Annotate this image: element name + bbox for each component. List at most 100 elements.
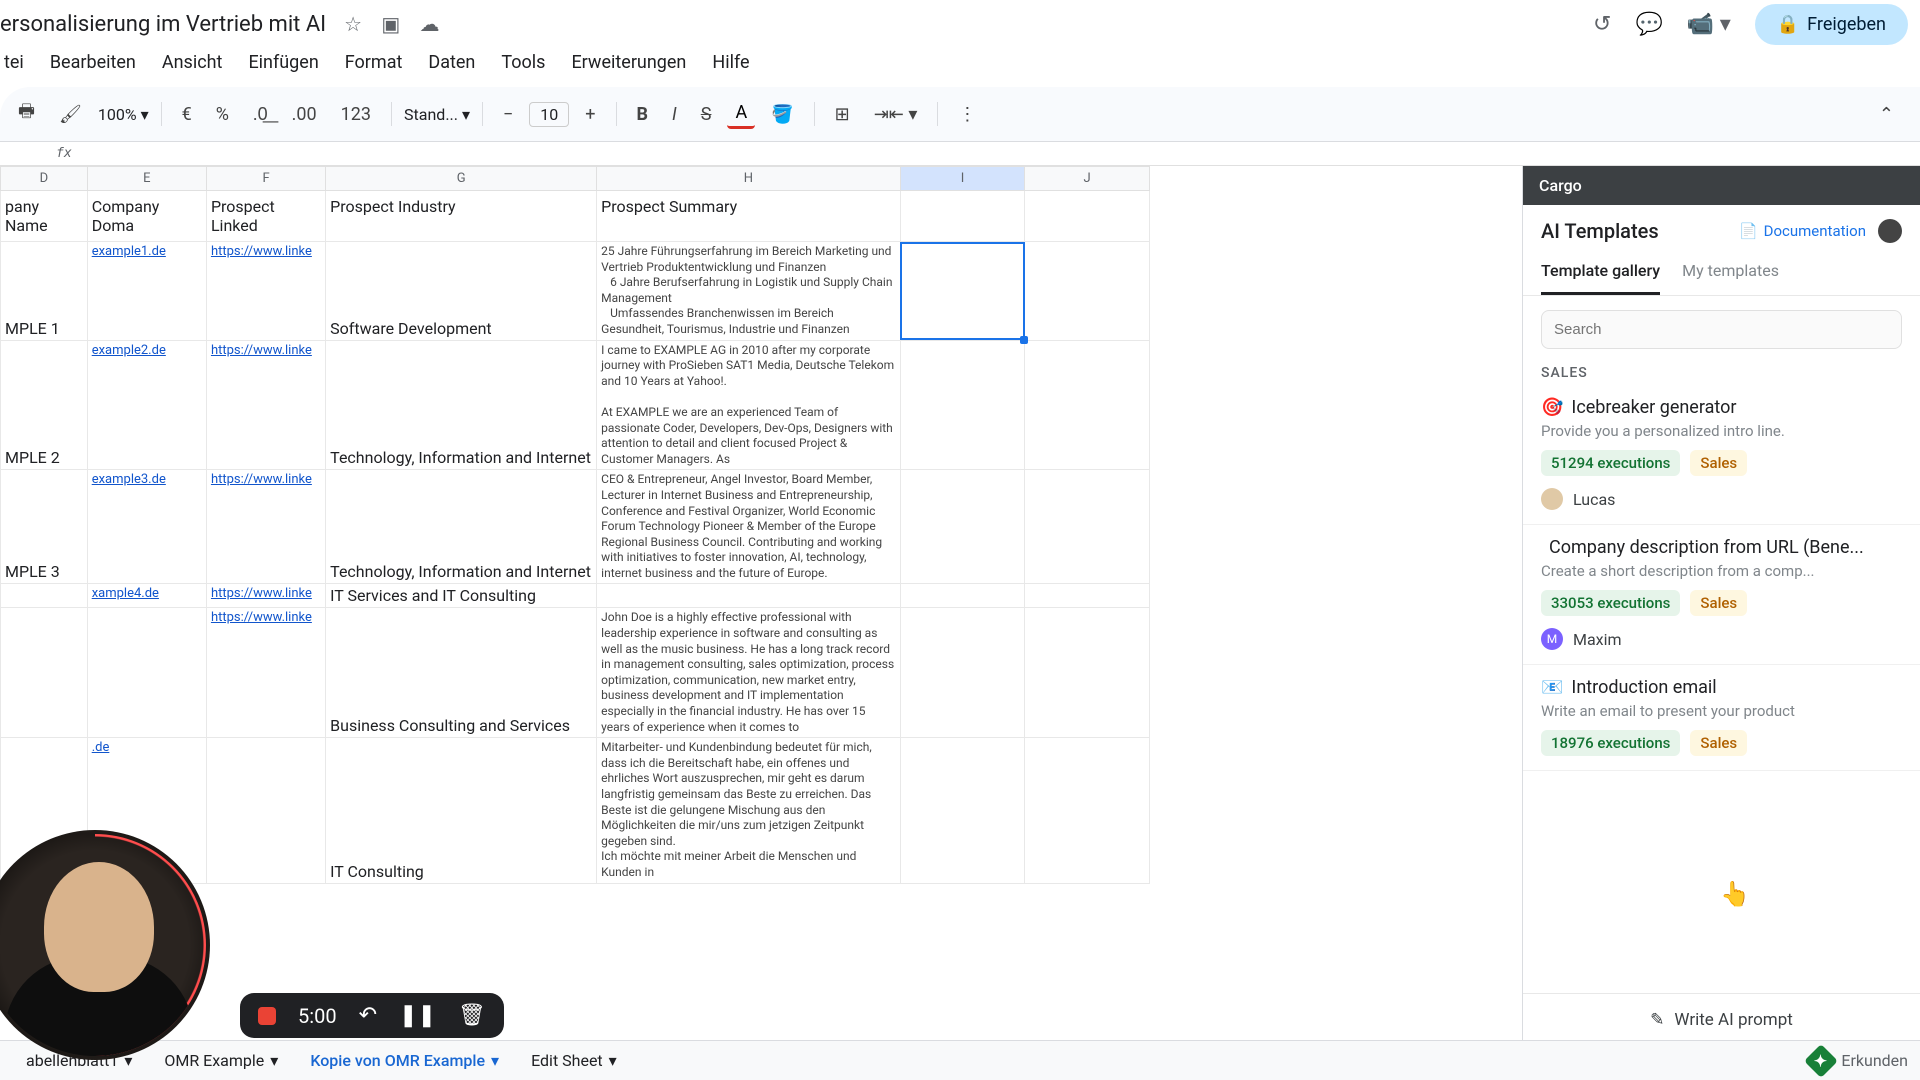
cell[interactable] bbox=[900, 470, 1025, 584]
menu-view[interactable]: Ansicht bbox=[158, 48, 227, 77]
documentation-link[interactable]: 📄 Documentation bbox=[1739, 222, 1866, 240]
collapse-toolbar-icon[interactable]: ⌃ bbox=[1871, 98, 1902, 131]
menu-insert[interactable]: Einfügen bbox=[244, 48, 322, 77]
header-empty-J[interactable] bbox=[1025, 191, 1150, 242]
increase-decimal-button[interactable]: .00 bbox=[284, 98, 325, 131]
cell[interactable] bbox=[900, 340, 1025, 470]
table-row[interactable]: https://www.linkeBusiness Consulting and… bbox=[1, 608, 1150, 738]
cell[interactable] bbox=[1, 608, 88, 738]
cell[interactable]: xample4.de bbox=[87, 584, 206, 608]
font-size-increase[interactable]: + bbox=[577, 98, 603, 131]
cell[interactable]: MPLE 2 bbox=[1, 340, 88, 470]
table-row[interactable]: MPLE 2example2.dehttps://www.linkeTechno… bbox=[1, 340, 1150, 470]
cell[interactable] bbox=[1025, 584, 1150, 608]
number-format-button[interactable]: 123 bbox=[333, 98, 379, 131]
menu-edit[interactable]: Bearbeiten bbox=[46, 48, 140, 77]
comments-icon[interactable]: 💬 bbox=[1635, 12, 1662, 37]
cell[interactable]: https://www.linke bbox=[206, 608, 325, 738]
cell[interactable]: IT Services and IT Consulting bbox=[326, 584, 597, 608]
percent-button[interactable]: % bbox=[208, 98, 237, 131]
decrease-decimal-button[interactable]: .0͟ bbox=[245, 98, 276, 131]
table-row[interactable]: MPLE 3example3.dehttps://www.linkeTechno… bbox=[1, 470, 1150, 584]
menu-format[interactable]: Format bbox=[341, 48, 407, 77]
print-icon[interactable]: 🖶 bbox=[10, 93, 43, 135]
star-icon[interactable]: ☆ bbox=[344, 12, 362, 36]
italic-button[interactable]: I bbox=[664, 98, 685, 131]
menu-data[interactable]: Daten bbox=[424, 48, 479, 77]
cell[interactable]: example3.de bbox=[87, 470, 206, 584]
text-color-button[interactable]: A bbox=[727, 100, 755, 129]
explore-button[interactable]: ✦ Erkunden bbox=[1809, 1049, 1908, 1073]
header-empty-I[interactable] bbox=[900, 191, 1025, 242]
merge-button[interactable]: ⇥⇤ ▾ bbox=[866, 98, 926, 131]
paint-format-icon[interactable]: 🖌 bbox=[51, 98, 90, 131]
cell[interactable]: Technology, Information and Internet bbox=[326, 470, 597, 584]
tab-my-templates[interactable]: My templates bbox=[1682, 251, 1779, 295]
menu-extensions[interactable]: Erweiterungen bbox=[567, 48, 690, 77]
sheet-tab-4[interactable]: Edit Sheet ▾ bbox=[517, 1045, 631, 1076]
cell[interactable] bbox=[1025, 470, 1150, 584]
cloud-icon[interactable]: ☁ bbox=[419, 12, 439, 36]
col-header-D[interactable]: D bbox=[1, 167, 88, 191]
cell[interactable] bbox=[1025, 608, 1150, 738]
menu-help[interactable]: Hilfe bbox=[708, 48, 753, 77]
cell[interactable]: https://www.linke bbox=[206, 470, 325, 584]
currency-button[interactable]: € bbox=[174, 98, 200, 131]
font-size-input[interactable]: 10 bbox=[529, 102, 569, 127]
cell[interactable] bbox=[597, 584, 901, 608]
meet-icon[interactable]: 📹 ▾ bbox=[1687, 12, 1731, 37]
cell[interactable]: MPLE 1 bbox=[1, 242, 88, 341]
cell[interactable] bbox=[900, 608, 1025, 738]
cell[interactable] bbox=[1025, 242, 1150, 341]
header-prospect-summary[interactable]: Prospect Summary bbox=[597, 191, 901, 242]
header-prospect-linkedin[interactable]: Prospect Linked bbox=[206, 191, 325, 242]
delete-icon[interactable]: 🗑 bbox=[458, 1003, 486, 1028]
spreadsheet-grid[interactable]: D E F G H I J pany Name Company Doma Pro… bbox=[0, 166, 1522, 1046]
table-header-row[interactable]: pany Name Company Doma Prospect Linked P… bbox=[1, 191, 1150, 242]
cell[interactable]: Software Development bbox=[326, 242, 597, 341]
font-select[interactable]: Stand... ▾ bbox=[404, 105, 470, 124]
cell[interactable]: https://www.linke bbox=[206, 584, 325, 608]
formula-bar[interactable]: fx bbox=[0, 142, 1920, 166]
col-header-I[interactable]: I bbox=[900, 167, 1025, 191]
cell[interactable] bbox=[900, 584, 1025, 608]
template-card[interactable]: 📧Introduction email Write an email to pr… bbox=[1523, 665, 1920, 771]
col-header-H[interactable]: H bbox=[597, 167, 901, 191]
cell[interactable] bbox=[1025, 738, 1150, 883]
more-button[interactable]: ⋮ bbox=[950, 98, 984, 131]
col-header-G[interactable]: G bbox=[326, 167, 597, 191]
template-card[interactable]: Company description from URL (Bene... Cr… bbox=[1523, 525, 1920, 665]
fill-color-button[interactable]: 🪣 bbox=[763, 98, 801, 131]
cell[interactable] bbox=[900, 738, 1025, 883]
cell[interactable] bbox=[1, 584, 88, 608]
cell[interactable] bbox=[900, 242, 1025, 341]
menu-tools[interactable]: Tools bbox=[497, 48, 549, 77]
cell[interactable]: CEO & Entrepreneur, Angel Investor, Boar… bbox=[597, 470, 901, 584]
pause-icon[interactable]: ❚❚ bbox=[399, 1003, 436, 1028]
col-header-E[interactable]: E bbox=[87, 167, 206, 191]
cell[interactable]: example1.de bbox=[87, 242, 206, 341]
cell[interactable] bbox=[1025, 340, 1150, 470]
write-ai-prompt-button[interactable]: ✎ Write AI prompt bbox=[1523, 993, 1920, 1046]
menu-file[interactable]: tei bbox=[0, 48, 28, 77]
cell[interactable]: 25 Jahre Führungserfahrung im Bereich Ma… bbox=[597, 242, 901, 341]
cell[interactable]: I came to EXAMPLE AG in 2010 after my co… bbox=[597, 340, 901, 470]
cell[interactable]: MPLE 3 bbox=[1, 470, 88, 584]
header-company-name[interactable]: pany Name bbox=[1, 191, 88, 242]
cell[interactable]: John Doe is a highly effective professio… bbox=[597, 608, 901, 738]
tab-template-gallery[interactable]: Template gallery bbox=[1541, 251, 1660, 295]
cell[interactable] bbox=[87, 608, 206, 738]
cell[interactable]: https://www.linke bbox=[206, 340, 325, 470]
sidebar-avatar[interactable] bbox=[1878, 219, 1902, 243]
record-icon[interactable] bbox=[258, 1007, 276, 1025]
history-icon[interactable]: ↺ bbox=[1593, 12, 1611, 37]
zoom-select[interactable]: 100% ▾ bbox=[98, 105, 149, 124]
table-row[interactable]: xample4.dehttps://www.linkeIT Services a… bbox=[1, 584, 1150, 608]
header-prospect-industry[interactable]: Prospect Industry bbox=[326, 191, 597, 242]
cell[interactable]: Mitarbeiter- und Kundenbindung bedeutet … bbox=[597, 738, 901, 883]
cell[interactable] bbox=[206, 738, 325, 883]
search-input[interactable] bbox=[1541, 310, 1902, 349]
font-size-decrease[interactable]: − bbox=[495, 98, 521, 131]
header-company-domain[interactable]: Company Doma bbox=[87, 191, 206, 242]
sheet-tab-3[interactable]: Kopie von OMR Example ▾ bbox=[296, 1045, 513, 1076]
